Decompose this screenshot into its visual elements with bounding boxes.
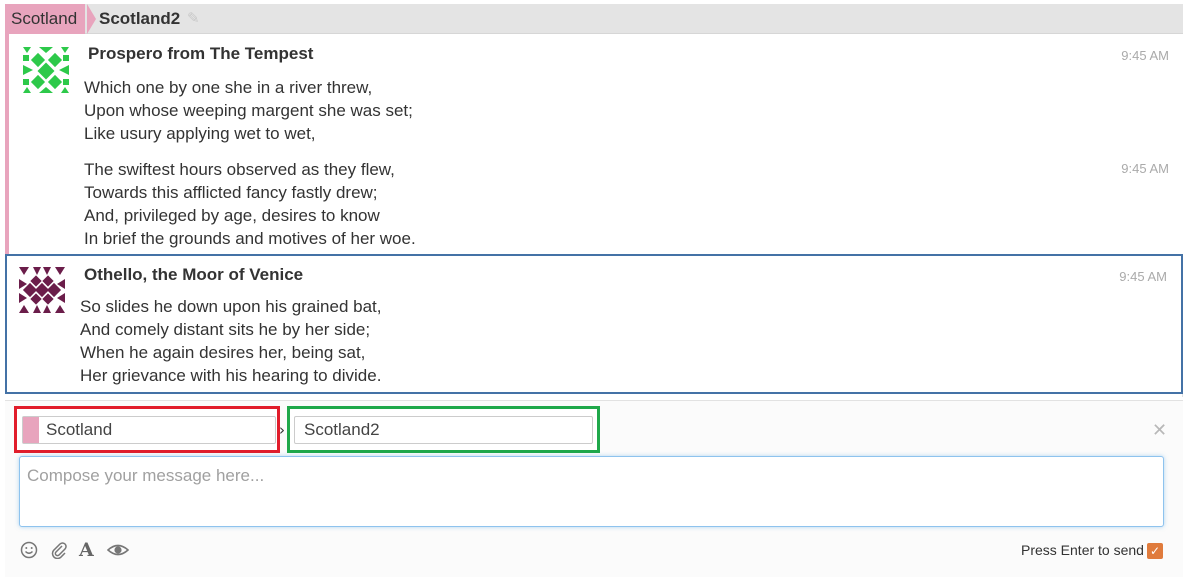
smile-icon[interactable]	[20, 541, 38, 559]
message-line: Upon whose weeping margent she was set;	[84, 101, 413, 120]
message[interactable]: 9:45 AM The swiftest hours observed as t…	[9, 149, 1183, 254]
avatar[interactable]	[23, 47, 69, 93]
sender-name[interactable]: Othello, the Moor of Venice	[84, 265, 303, 285]
message-line: So slides he down upon his grained bat,	[80, 297, 382, 316]
enter-to-send-checkbox[interactable]: ✓	[1147, 543, 1163, 559]
stream-input-value: Scotland	[46, 420, 113, 439]
message-list: Prospero from The Tempest 9:45 AM Which …	[5, 34, 1183, 397]
message-time[interactable]: 9:45 AM	[1121, 48, 1169, 63]
stream-input[interactable]: Scotland	[22, 416, 276, 444]
topic-field-highlight: Scotland2	[287, 406, 600, 453]
message-content: Which one by one she in a river threw, U…	[84, 76, 413, 145]
paperclip-icon[interactable]	[50, 541, 68, 559]
message-header: Scotland Scotland2 ✎	[5, 4, 1183, 34]
chat-app: Scotland Scotland2 ✎ Prospero from The T…	[0, 0, 1188, 577]
avatar[interactable]	[19, 267, 65, 313]
enter-to-send-label: Press Enter to send	[1021, 542, 1144, 558]
message-line: The swiftest hours observed as they flew…	[84, 160, 395, 179]
message-line: Towards this afflicted fancy fastly drew…	[84, 183, 378, 202]
message-group: Prospero from The Tempest 9:45 AM Which …	[5, 34, 1183, 254]
message-line: Like usury applying wet to wet,	[84, 124, 316, 143]
message-line: And, privileged by age, desires to know	[84, 206, 380, 225]
message-time[interactable]: 9:45 AM	[1119, 269, 1167, 284]
stream-color-swatch	[23, 417, 39, 443]
message-line: In brief the grounds and motives of her …	[84, 229, 416, 248]
compose-box: Scotland › Scotland2 ✕ Compose your mess…	[5, 400, 1183, 577]
message-line: Her grievance with his hearing to divide…	[80, 366, 382, 385]
sender-name[interactable]: Prospero from The Tempest	[88, 44, 313, 64]
message-line: Which one by one she in a river threw,	[84, 78, 373, 97]
selected-message[interactable]: Othello, the Moor of Venice 9:45 AM So s…	[5, 254, 1183, 394]
message-textarea[interactable]: Compose your message here...	[19, 456, 1164, 527]
message-line: And comely distant sits he by her side;	[80, 320, 371, 339]
close-icon[interactable]: ✕	[1152, 420, 1167, 441]
chevron-right-icon: ›	[279, 421, 285, 439]
topic-input[interactable]: Scotland2	[294, 416, 593, 444]
eye-icon[interactable]	[107, 541, 129, 559]
stream-field-highlight: Scotland	[14, 406, 280, 453]
message-line: When he again desires her, being sat,	[80, 343, 366, 362]
topic-breadcrumb[interactable]: Scotland2	[99, 4, 180, 34]
message-content: The swiftest hours observed as they flew…	[84, 158, 416, 250]
pencil-icon[interactable]: ✎	[187, 10, 203, 26]
stream-breadcrumb[interactable]: Scotland	[5, 4, 86, 34]
message[interactable]: Prospero from The Tempest 9:45 AM Which …	[9, 34, 1183, 149]
breadcrumb-arrow	[87, 4, 96, 34]
message-content: So slides he down upon his grained bat, …	[80, 295, 381, 387]
text-format-icon[interactable]: A	[79, 539, 94, 561]
message-time[interactable]: 9:45 AM	[1121, 161, 1169, 176]
